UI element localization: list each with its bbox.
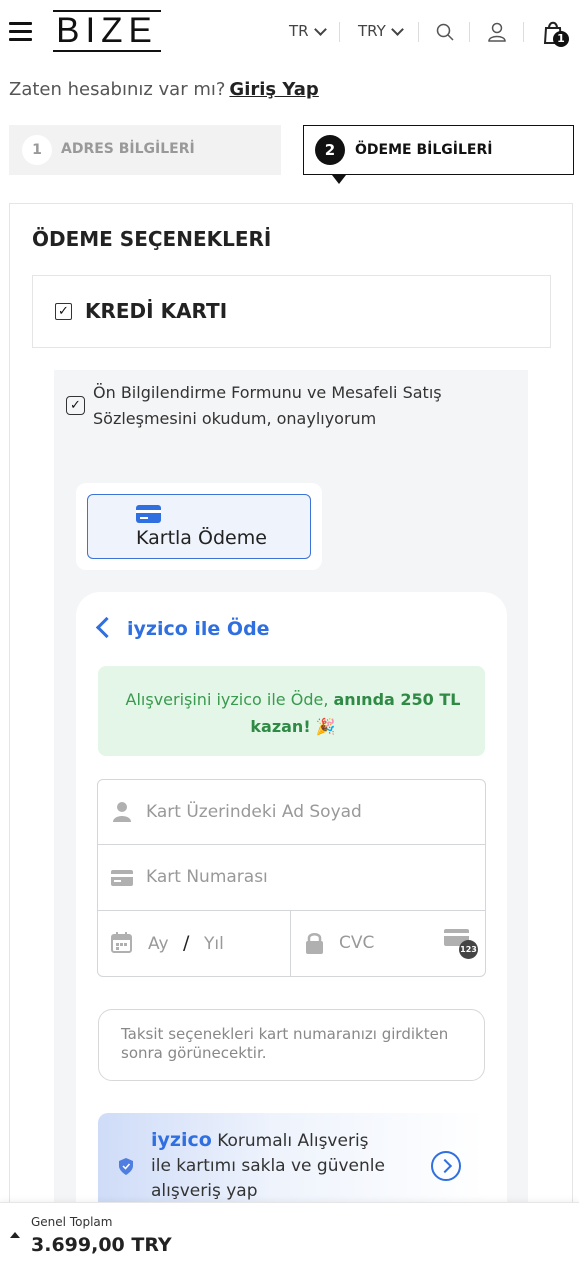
payment-options-title: ÖDEME SEÇENEKLERİ [32,227,272,251]
expiry-year-input[interactable]: Yıl [204,934,224,954]
chevron-down-icon [313,22,327,36]
cvc-input[interactable]: CVC [339,933,374,953]
calendar-icon [111,932,132,953]
promo-text-main: Alışverişini iyzico ile Öde, [125,690,329,709]
expiry-month-input[interactable]: Ay [148,934,169,954]
currency-label: TRY [358,22,386,40]
currency-selector[interactable]: TRY [358,22,404,40]
iyzico-brand: iyzico [151,1129,212,1151]
divider [98,910,485,911]
agreement-checkbox[interactable]: ✓ [66,396,85,415]
divider [523,22,524,42]
menu-icon[interactable] [9,22,32,41]
divider [339,22,340,42]
divider [32,347,551,348]
divider [290,910,291,976]
language-label: TR [289,22,309,40]
step-number: 1 [22,135,52,165]
promo-text: Alışverişini iyzico ile Öde, anında 250 … [118,686,468,740]
expiry-separator: / [183,932,190,954]
divider [418,22,419,42]
total-value: 3.699,00 TRY [31,1234,172,1256]
lock-icon [306,933,323,954]
step-label: ÖDEME BİLGİLERİ [355,142,493,158]
divider [469,22,470,42]
chevron-right-icon[interactable] [431,1151,461,1181]
credit-card-checkbox[interactable]: ✓ [55,303,72,320]
protected-shopping-title: Korumalı Alışveriş [217,1131,369,1151]
login-prompt: Zaten hesabınız var mı? Giriş Yap [9,79,319,100]
cart-count-badge: 1 [553,31,569,47]
protected-shopping-text: iyzico Korumalı Alışveriş ile kartımı sa… [151,1128,411,1204]
caret-up-icon[interactable] [10,1232,20,1238]
login-prompt-text: Zaten hesabınız var mı? [9,79,226,100]
login-link[interactable]: Giriş Yap [229,79,318,100]
user-icon[interactable] [487,22,507,42]
card-payment-tab-label: Kartla Ödeme [136,527,267,549]
chevron-down-icon [390,22,404,36]
agreement-text[interactable]: Ön Bilgilendirme Formunu ve Mesafeli Sat… [93,380,513,432]
credit-card-icon [111,870,133,886]
card-name-input[interactable]: Kart Üzerindeki Ad Soyad [146,802,362,822]
divider [98,844,485,845]
step-label: ADRES BİLGİLERİ [61,141,195,157]
iyzico-header[interactable]: iyzico ile Öde [127,618,270,640]
shield-icon [119,1158,133,1175]
installment-note: Taksit seçenekleri kart numaranızı girdi… [121,1025,449,1062]
search-icon[interactable] [436,23,454,41]
step-address[interactable]: 1 ADRES BİLGİLERİ [9,125,281,175]
total-label: Genel Toplam [31,1215,113,1229]
active-step-indicator [332,175,346,184]
step-number: 2 [315,135,345,165]
card-number-input[interactable]: Kart Numarası [146,867,268,887]
language-selector[interactable]: TR [289,22,327,40]
credit-card-label: KREDİ KARTI [85,299,228,323]
party-icon: 🎉 [315,717,336,736]
step-payment[interactable]: 2 ÖDEME BİLGİLERİ [303,125,574,175]
logo[interactable]: BIZE [53,10,161,52]
protected-shopping-subtitle: ile kartımı sakla ve güvenle alışveriş y… [151,1156,385,1201]
credit-card-icon [136,505,161,523]
cvc-badge: 123 [459,940,478,959]
person-icon [113,802,131,822]
